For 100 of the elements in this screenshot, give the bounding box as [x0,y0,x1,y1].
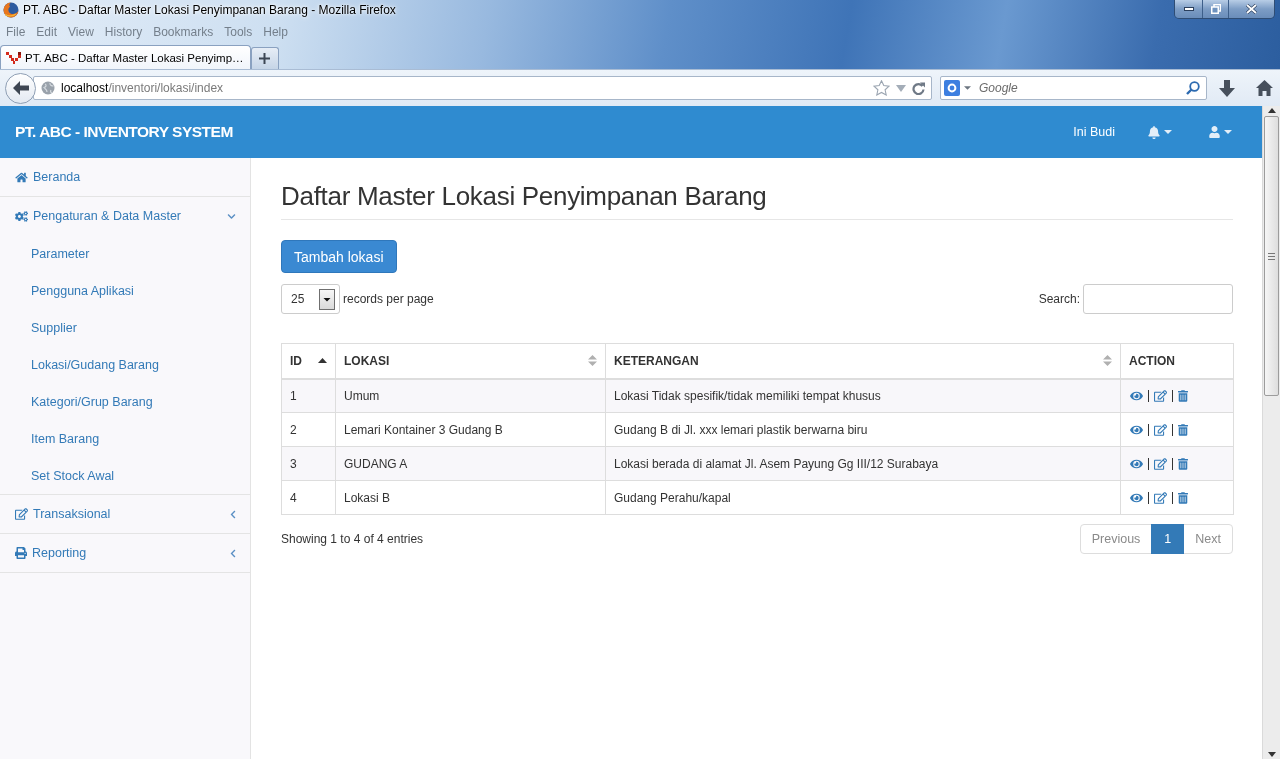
search-engine-icon[interactable] [944,80,960,96]
menu-item[interactable]: View [63,25,99,39]
table-cell: Lokasi Tidak spesifik/tidak memiliki tempat khusus [605,378,1121,413]
menu-item[interactable]: File [1,25,31,39]
page-length-select[interactable]: 25 [281,284,340,314]
table-cell: GUDANG A [335,446,606,481]
scrollbar-thumb[interactable] [1264,116,1279,396]
table-cell: Lokasi B [335,480,606,515]
minimize-button[interactable] [1175,0,1202,18]
table-cell: Gudang Perahu/kapal [605,480,1121,515]
table-cell: 1 [281,378,336,413]
sidebar-item[interactable]: Pengaturan & Data Master [0,197,250,235]
sidebar-subitem[interactable]: Kategori/Grup Barang [0,383,250,420]
close-icon [1246,4,1257,14]
download-button[interactable] [1219,79,1235,97]
add-location-button[interactable]: Tambah lokasi [281,240,397,273]
user-icon [1209,126,1220,138]
back-arrow-icon [12,81,29,95]
table-cell: Lemari Kontainer 3 Gudang B [335,412,606,447]
restore-button[interactable] [1202,0,1228,18]
menu-item[interactable]: Help [258,25,293,39]
search-label: Search: [1038,292,1080,306]
edit-icon[interactable] [1154,389,1167,402]
address-field[interactable]: localhost/inventori/lokasi/index [33,76,932,100]
scroll-down-icon[interactable] [1267,752,1276,757]
table-cell: 3 [281,446,336,481]
restore-icon [1210,4,1221,14]
column-header: ACTION [1120,343,1234,379]
table-cell: Umum [335,378,606,413]
notifications-button[interactable] [1146,123,1174,141]
new-tab-button[interactable] [250,47,279,69]
eye-icon[interactable] [1130,457,1143,470]
sidebar-item[interactable]: Reporting [0,534,250,572]
search-field[interactable]: Google [975,79,1182,97]
window-title: PT. ABC - Daftar Master Lokasi Penyimpanan Barang - Mozilla Firefox [23,3,396,17]
download-arrow-icon [1219,79,1235,97]
menu-item[interactable]: Tools [219,25,258,39]
table-info: Showing 1 to 4 of 4 entries [281,532,424,546]
menu-item[interactable]: History [99,25,148,39]
caret-icon [1224,130,1232,134]
page-button[interactable]: 1 [1151,524,1185,554]
menu-item[interactable]: Edit [31,25,63,39]
column-header[interactable]: LOKASI [335,343,606,379]
sidebar-item[interactable]: Beranda [0,158,250,196]
table-cell: Lokasi berada di alamat Jl. Asem Payung Gg III/12 Surabaya [605,446,1121,481]
sidebar-subitem[interactable]: Item Barang [0,420,250,457]
trash-icon[interactable] [1178,491,1188,504]
plus-icon [259,53,271,64]
minimize-icon [1183,7,1194,11]
gears-icon [15,210,28,222]
page-length-label: records per page [343,292,434,306]
edit-icon [15,508,28,520]
url-text: localhost/inventori/lokasi/index [61,81,224,95]
scroll-up-icon[interactable] [1267,108,1276,113]
caret-icon [964,86,971,90]
sort-ascending-icon [318,358,327,364]
table-cell: Gudang B di Jl. xxx lemari plastik berwarna biru [605,412,1121,447]
edit-icon[interactable] [1154,491,1167,504]
close-button[interactable] [1228,0,1274,18]
sidebar-subitem[interactable]: Supplier [0,309,250,346]
user-menu-button[interactable] [1207,124,1234,140]
browser-logo-icon [3,2,19,18]
star-icon[interactable] [873,80,890,96]
sort-icon [588,355,597,367]
sort-icon [1103,355,1112,367]
trash-icon[interactable] [1178,423,1188,436]
sidebar-subitem[interactable]: Set Stock Awal [0,457,250,494]
search-bar[interactable]: Google [940,76,1207,100]
browser-tab[interactable]: PT. ABC - Daftar Master Lokasi Penyimp… [0,45,251,69]
sidebar-subitem[interactable]: Lokasi/Gudang Barang [0,346,250,383]
column-header[interactable]: KETERANGAN [605,343,1121,379]
table-cell: 2 [281,412,336,447]
trash-icon[interactable] [1178,389,1188,402]
grip-icon [1268,252,1275,260]
eye-icon[interactable] [1130,423,1143,436]
caret-icon [1164,130,1172,134]
favicon-icon [6,51,21,64]
table-cell: 4 [281,480,336,515]
home-button[interactable] [1256,80,1273,96]
printer-icon [15,547,27,559]
table-search-field[interactable] [1083,284,1233,314]
reload-icon[interactable] [912,81,925,95]
scrollbar[interactable] [1262,106,1280,759]
eye-icon[interactable] [1130,491,1143,504]
back-button[interactable] [5,72,36,104]
eye-icon[interactable] [1130,389,1143,402]
sidebar-item[interactable]: Transaksional [0,495,250,533]
page-title: Daftar Master Lokasi Penyimpanan Barang [281,181,768,211]
user-name: Ini Budi [1073,125,1115,139]
edit-icon[interactable] [1154,423,1167,436]
sidebar-subitem[interactable]: Parameter [0,235,250,272]
trash-icon[interactable] [1178,457,1188,470]
column-header[interactable]: ID [281,343,336,379]
menu-item[interactable]: Bookmarks [148,25,219,39]
edit-icon[interactable] [1154,457,1167,470]
app-brand[interactable]: PT. ABC - INVENTORY SYSTEM [15,123,233,141]
home-icon [1256,80,1273,96]
search-icon[interactable] [1186,81,1200,95]
sidebar-subitem[interactable]: Pengguna Aplikasi [0,272,250,309]
globe-icon [41,81,55,95]
